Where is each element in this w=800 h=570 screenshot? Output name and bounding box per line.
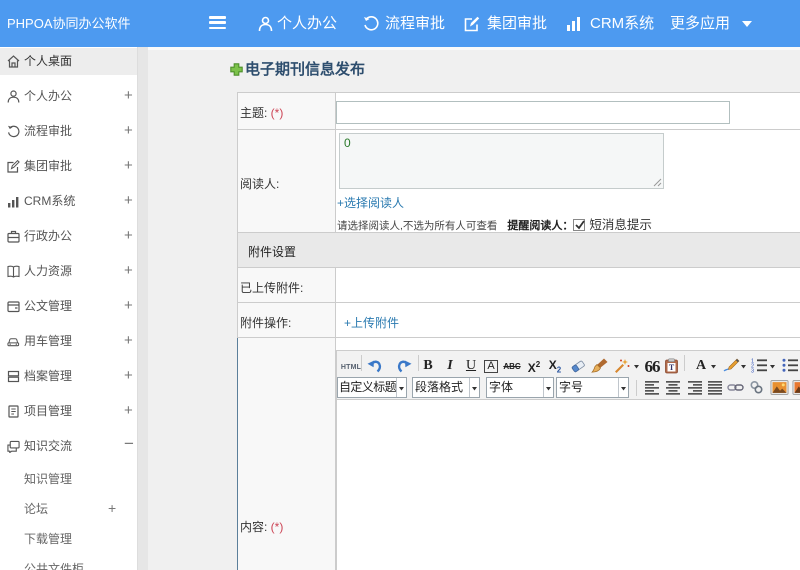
svg-text:T: T xyxy=(668,363,674,372)
svg-text:3: 3 xyxy=(751,369,754,373)
